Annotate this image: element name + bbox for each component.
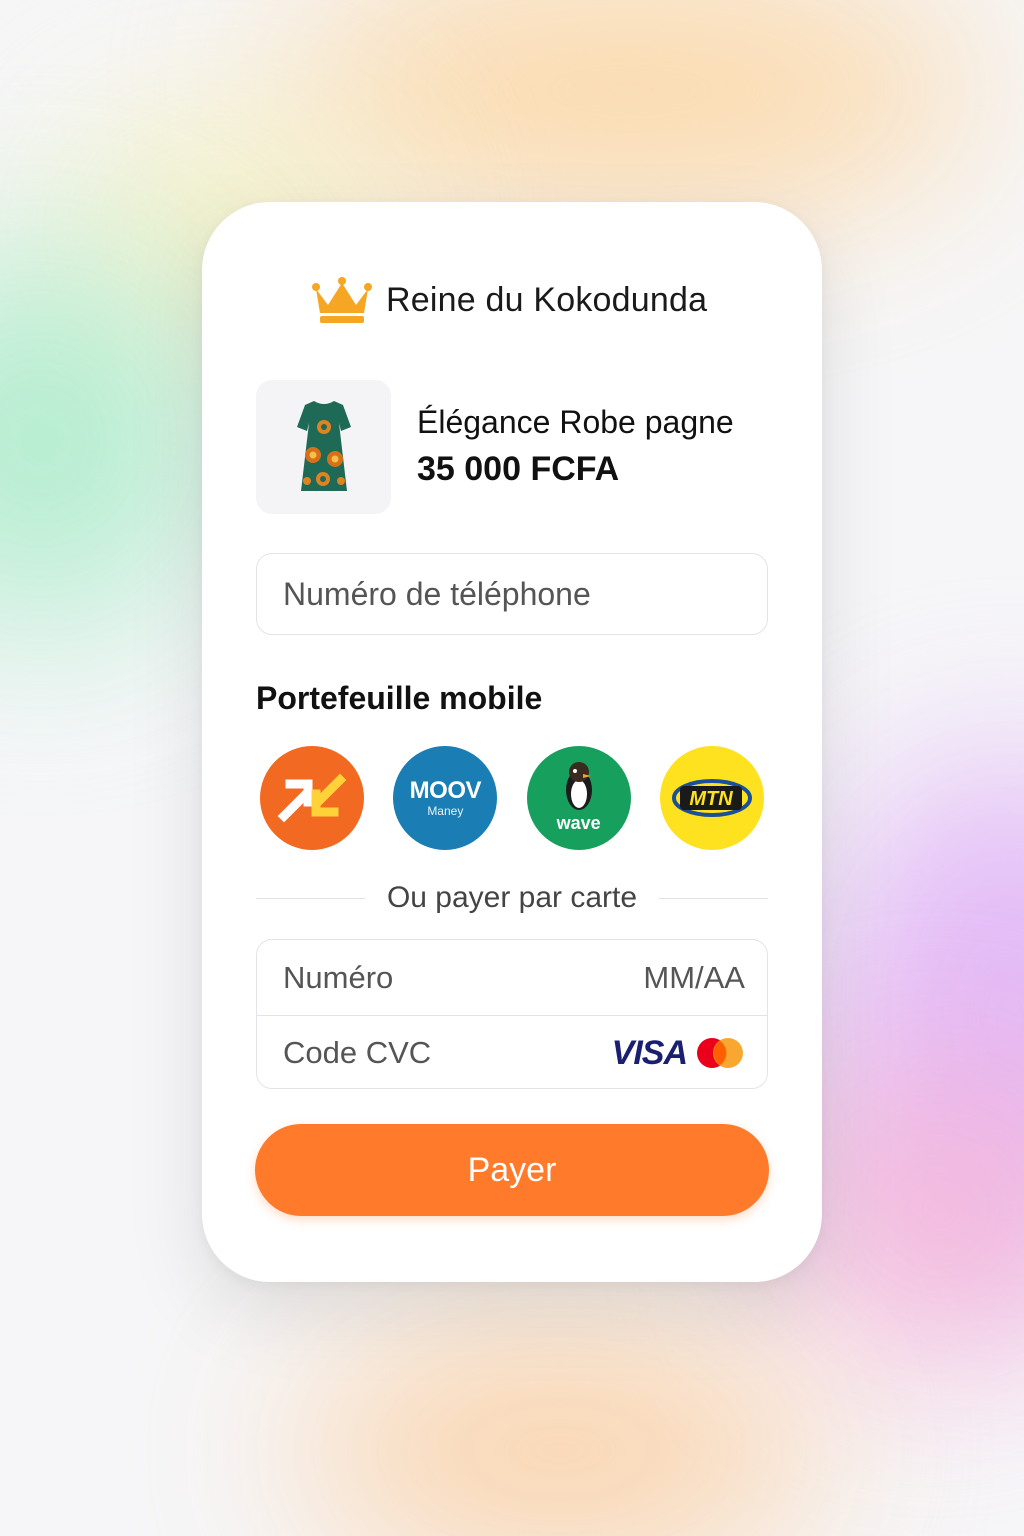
card-payment-form: VISA <box>256 939 768 1089</box>
crown-icon <box>312 277 372 323</box>
card-expiry-input[interactable] <box>595 959 745 996</box>
svg-text:MTN: MTN <box>689 788 733 810</box>
mtn-money-button[interactable]: MTN <box>659 746 764 850</box>
background-blob <box>300 1330 820 1536</box>
card-divider: Ou payer par carte <box>256 878 768 918</box>
background-blob <box>280 0 980 220</box>
mobile-wallet-options: MOOV Maney wave MTN <box>260 746 764 852</box>
moov-money-label: MOOV <box>409 777 482 804</box>
card-row-cvc: VISA <box>257 1015 767 1090</box>
divider-line <box>659 897 768 899</box>
card-brands: VISA <box>612 1034 745 1073</box>
divider-label: Ou payer par carte <box>386 881 638 914</box>
phone-number-input[interactable] <box>256 553 768 635</box>
card-cvc-input[interactable] <box>283 1035 513 1071</box>
orange-money-icon <box>277 773 347 823</box>
card-number-input[interactable] <box>283 959 513 996</box>
pay-button[interactable]: Payer <box>255 1124 769 1216</box>
mobile-wallet-title: Portefeuille mobile <box>256 680 543 716</box>
product-image <box>256 380 391 514</box>
checkout-card: Reine du Kokodunda Élégance Robe pagne 3… <box>202 202 822 1282</box>
mtn-money-icon: MTN <box>671 779 752 817</box>
product-price: 35 000 FCFA <box>417 450 620 488</box>
dress-icon <box>296 401 351 491</box>
brand-name: Reine du Kokodunda <box>386 280 708 319</box>
product-summary: Élégance Robe pagne 35 000 FCFA <box>256 380 768 514</box>
moov-money-sublabel: Maney <box>427 804 464 818</box>
mastercard-icon <box>697 1038 743 1068</box>
brand-header: Reine du Kokodunda <box>312 272 712 328</box>
product-name: Élégance Robe pagne <box>417 404 734 440</box>
orange-money-button[interactable] <box>260 746 364 850</box>
wave-button[interactable]: wave <box>526 746 631 850</box>
visa-logo: VISA <box>611 1033 688 1072</box>
card-row-number <box>257 940 767 1015</box>
wave-label: wave <box>556 813 601 833</box>
divider-line <box>256 897 365 899</box>
wave-penguin-icon <box>565 762 592 810</box>
moov-money-button[interactable]: MOOV Maney <box>393 746 498 850</box>
